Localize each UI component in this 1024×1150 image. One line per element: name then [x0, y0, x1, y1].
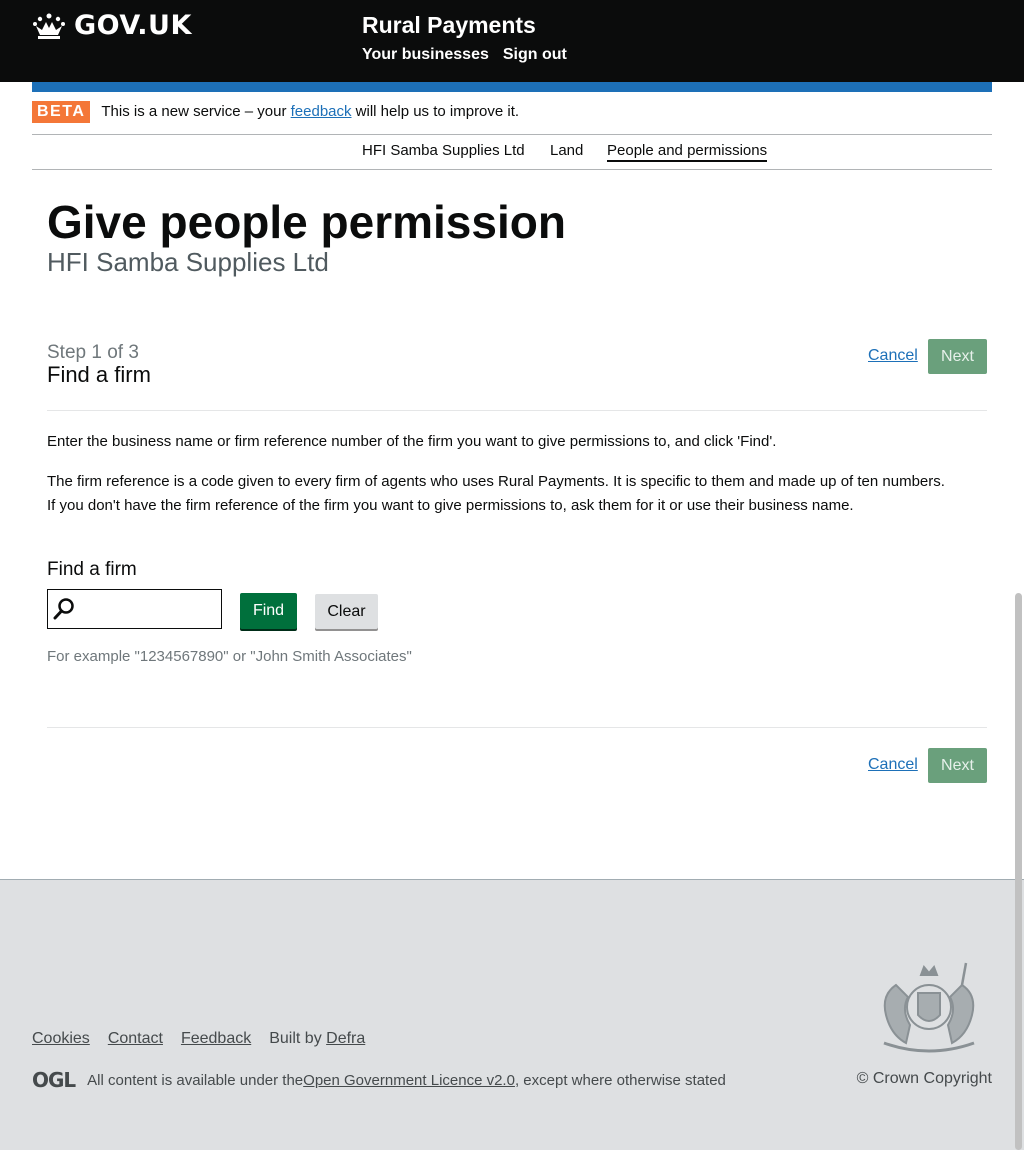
site-header: GOV.UK Rural Payments Your businesses Si… — [0, 0, 1024, 82]
step-title: Find a firm — [47, 362, 151, 387]
subnav-item-business[interactable]: HFI Samba Supplies Ltd — [362, 142, 525, 159]
beta-text: This is a new service – your feedback wi… — [101, 103, 520, 120]
divider — [47, 727, 987, 728]
footer-link-cookies[interactable]: Cookies — [32, 1030, 90, 1048]
find-firm-input[interactable] — [78, 590, 218, 628]
search-hint: For example "1234567890" or "John Smith … — [47, 648, 412, 665]
next-button-top[interactable]: Next — [928, 339, 987, 374]
find-firm-label: Find a firm — [47, 559, 137, 580]
footer-link-defra[interactable]: Defra — [326, 1030, 365, 1047]
royal-coat-of-arms-icon — [883, 962, 975, 1053]
vertical-scrollbar[interactable] — [1015, 593, 1022, 1150]
licence-row: OGL All content is available under the O… — [32, 1068, 726, 1092]
logo-text: GOV.UK — [74, 10, 192, 41]
service-name[interactable]: Rural Payments — [362, 12, 536, 39]
beta-tag: BETA — [32, 101, 91, 123]
instruction-text: Enter the business name or firm referenc… — [47, 433, 777, 450]
business-subnav: HFI Samba Supplies Ltd Land People and p… — [32, 135, 992, 170]
built-by: Built by Defra — [269, 1030, 366, 1047]
govuk-logo[interactable]: GOV.UK — [32, 10, 192, 41]
open-government-licence-link[interactable]: Open Government Licence v2.0 — [303, 1072, 515, 1089]
crown-copyright[interactable]: © Crown Copyright — [857, 1070, 992, 1088]
feedback-link[interactable]: feedback — [291, 103, 352, 120]
next-button-bottom[interactable]: Next — [928, 748, 987, 783]
header-nav: Your businesses Sign out — [362, 46, 567, 64]
footer-link-feedback[interactable]: Feedback — [181, 1030, 251, 1048]
firm-reference-text: The firm reference is a code given to ev… — [47, 473, 945, 490]
beta-banner: BETA This is a new service – your feedba… — [32, 101, 992, 135]
page-title: Give people permission — [47, 196, 566, 248]
divider — [47, 410, 987, 411]
page-caption: HFI Samba Supplies Ltd — [47, 247, 329, 277]
site-footer: Cookies Contact Feedback Built by Defra … — [0, 879, 1024, 1150]
footer-link-contact[interactable]: Contact — [108, 1030, 163, 1048]
find-firm-search-box[interactable] — [47, 589, 222, 629]
subnav-item-land[interactable]: Land — [550, 142, 583, 159]
search-icon — [53, 598, 74, 620]
footer-links: Cookies Contact Feedback Built by Defra — [32, 1030, 365, 1048]
clear-button[interactable]: Clear — [315, 594, 378, 629]
crown-icon — [33, 13, 65, 39]
step-label: Step 1 of 3 — [47, 342, 139, 363]
nav-your-businesses[interactable]: Your businesses — [362, 46, 489, 64]
nav-sign-out[interactable]: Sign out — [503, 46, 567, 64]
cancel-link-bottom[interactable]: Cancel — [868, 756, 918, 774]
ogl-logo: OGL — [32, 1068, 76, 1092]
firm-reference-help-text: If you don't have the firm reference of … — [47, 497, 854, 514]
subnav-item-people-permissions[interactable]: People and permissions — [607, 142, 768, 162]
header-accent-bar — [32, 82, 992, 92]
find-button[interactable]: Find — [240, 593, 297, 629]
cancel-link-top[interactable]: Cancel — [868, 347, 918, 365]
